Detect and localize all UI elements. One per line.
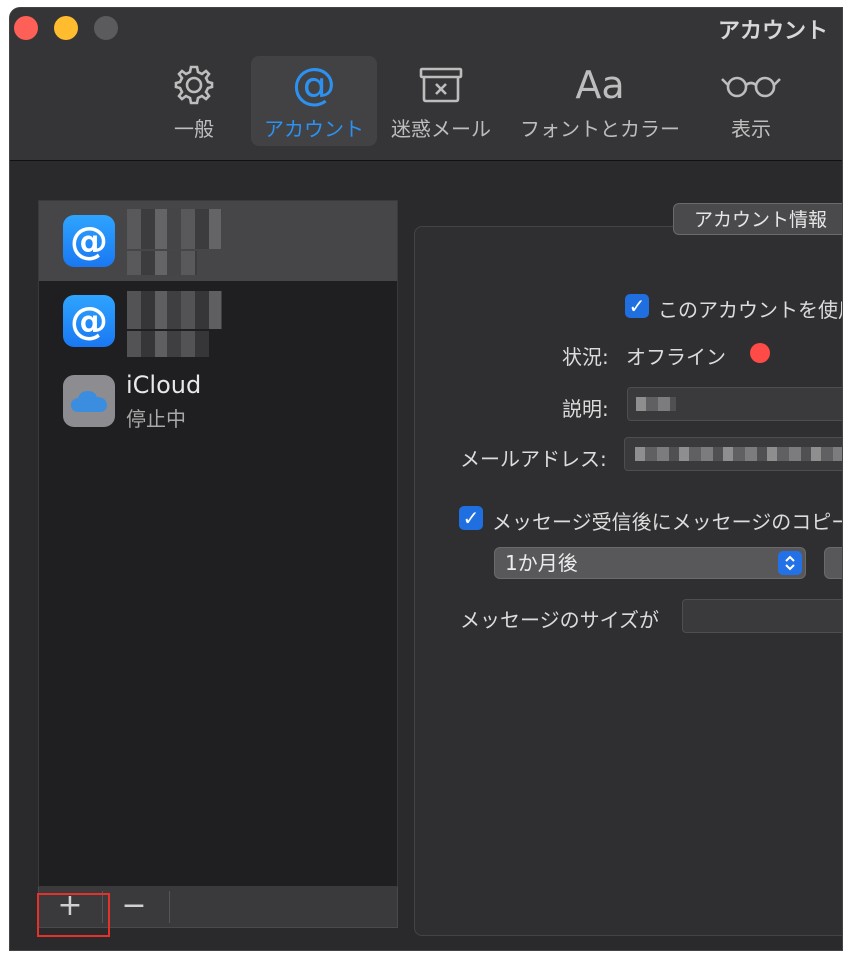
at-sign-icon: @ [251, 59, 377, 110]
enable-account-label: このアカウントを使用 [658, 298, 842, 322]
glasses-icon [706, 64, 796, 106]
toolbar-view-button[interactable]: 表示 [706, 56, 796, 146]
email-label: メールアドレス: [460, 447, 607, 471]
toolbar-view-label: 表示 [731, 117, 771, 141]
mail-account-icon: @ [63, 215, 115, 267]
toolbar-general-label: 一般 [174, 117, 214, 141]
remove-after-value: 1か月後 [505, 551, 578, 575]
gear-icon [148, 64, 240, 106]
tab-account-info[interactable]: アカウント情報 [673, 203, 842, 235]
toolbar-accounts-label: アカウント [264, 117, 364, 141]
status-offline-indicator [750, 343, 770, 363]
remove-after-popup[interactable]: 1か月後 [494, 547, 806, 579]
at-sign-glyph: @ [292, 59, 336, 110]
zoom-window-button[interactable] [94, 16, 118, 40]
remove-account-button[interactable]: − [103, 887, 165, 927]
close-window-button[interactable] [14, 16, 38, 40]
status-value: オフライン [626, 345, 726, 369]
redacted-description [636, 397, 676, 411]
toolbar-junk-button[interactable]: 迷惑メール [386, 56, 496, 146]
junk-tray-icon [386, 64, 496, 106]
popup-arrows-icon [778, 551, 802, 575]
redacted-account-detail [127, 251, 197, 275]
titlebar: アカウント 一般 @ アカウント 迷惑メール Aa フォントとカラー 表示 [10, 8, 842, 161]
font-aa-icon: Aa [514, 64, 686, 106]
window-title: アカウント [717, 19, 828, 44]
message-size-field[interactable] [682, 599, 842, 633]
secondary-popup[interactable] [824, 547, 842, 579]
account-row[interactable]: @ [39, 281, 397, 361]
divider [169, 891, 170, 923]
account-status: 停止中 [126, 407, 186, 431]
redacted-account-name [127, 291, 222, 329]
icloud-icon [63, 375, 115, 427]
account-row-icloud[interactable]: iCloud 停止中 [39, 361, 397, 441]
minimize-window-button[interactable] [54, 16, 78, 40]
message-size-label: メッセージのサイズが [460, 608, 659, 632]
account-row[interactable]: @ [39, 201, 397, 281]
description-field[interactable] [627, 387, 842, 421]
toolbar-junk-label: 迷惑メール [391, 117, 491, 141]
account-list[interactable]: @ @ iCloud 停止中 [38, 200, 398, 887]
status-label: 状況: [562, 345, 609, 369]
toolbar-fonts-colors-label: フォントとカラー [520, 117, 680, 141]
toolbar-fonts-colors-button[interactable]: Aa フォントとカラー [514, 56, 686, 146]
redacted-account-name [127, 209, 222, 249]
remove-copy-checkbox[interactable]: ✓ [459, 506, 483, 530]
preferences-window: アカウント 一般 @ アカウント 迷惑メール Aa フォントとカラー 表示 @ … [10, 8, 842, 950]
account-name: iCloud [126, 371, 202, 399]
remove-copy-label: メッセージ受信後にメッセージのコピーを削除 [492, 510, 842, 534]
mail-account-icon: @ [63, 295, 115, 347]
toolbar-general-button[interactable]: 一般 [148, 56, 240, 146]
annotation-highlight-box [37, 893, 110, 937]
enable-account-checkbox[interactable]: ✓ [625, 294, 649, 318]
font-aa-glyph: Aa [575, 63, 625, 107]
redacted-email [635, 447, 842, 461]
description-label: 説明: [562, 397, 609, 421]
toolbar-accounts-button[interactable]: @ アカウント [251, 56, 377, 146]
account-info-panel [414, 226, 842, 936]
preferences-content: @ @ iCloud 停止中 + − アカウント情報 ✓ このアカウントを使用 … [10, 161, 842, 950]
redacted-account-detail [127, 331, 209, 357]
email-address-popup[interactable] [624, 437, 842, 471]
